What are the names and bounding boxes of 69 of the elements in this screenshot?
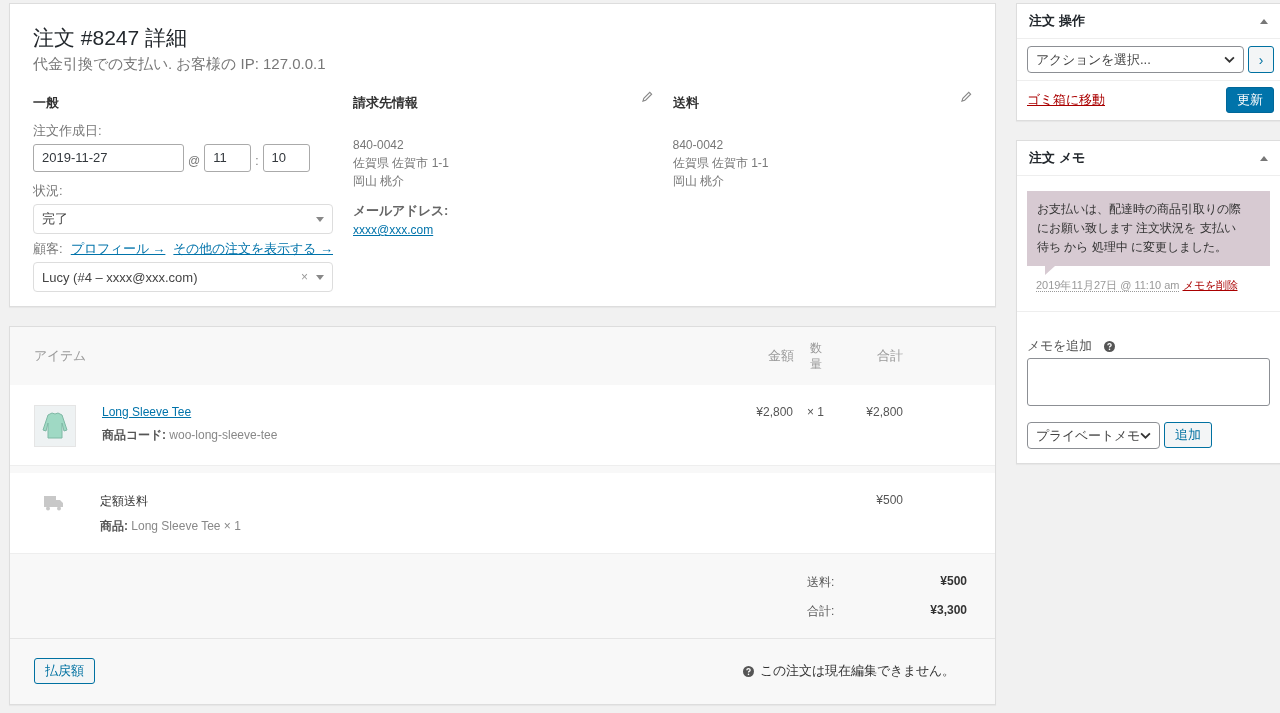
profile-link[interactable]: プロフィール →	[70, 240, 166, 258]
pencil-icon[interactable]	[961, 91, 972, 102]
total-label: 合計:	[807, 603, 836, 620]
email-link[interactable]: xxxx@xxx.com	[353, 223, 434, 237]
field-label: 注文作成日:	[33, 122, 103, 140]
collapse-arrow-icon[interactable]	[1260, 155, 1268, 161]
shipping-total: ¥500	[875, 493, 903, 507]
field-label: メモを追加	[1027, 337, 1092, 355]
colon: :	[255, 154, 259, 168]
total-value: ¥500	[939, 574, 967, 590]
total-value: ¥3,300	[929, 603, 967, 619]
page-title: 注文 #8247 詳細	[33, 25, 189, 51]
product-meta: 商品コード: woo-long-sleeve-tee	[102, 427, 279, 444]
status-select[interactable]: 完了	[33, 204, 333, 234]
payment-info: 代金引換での支払い. お客様の IP: 127.0.0.1	[33, 55, 327, 74]
chevron-down-icon	[1140, 432, 1151, 439]
trash-link[interactable]: ゴミ箱に移動	[1027, 91, 1105, 109]
update-button[interactable]: 更新	[1226, 87, 1274, 113]
column-header: 合計	[876, 347, 903, 365]
dropdown-arrow-icon	[316, 274, 324, 280]
other-orders-link[interactable]: その他の注文を表示する →	[173, 240, 333, 258]
help-icon	[743, 665, 754, 677]
product-link[interactable]: Long Sleeve Tee	[102, 405, 192, 419]
date-field[interactable]: 2019-11-27	[33, 144, 184, 172]
action-select[interactable]: アクションを選択...	[1027, 46, 1244, 73]
field-label: 状況:	[33, 182, 64, 200]
delete-note-link[interactable]: メモを削除	[1182, 279, 1238, 291]
address-line: 840-0042	[672, 137, 725, 154]
bubble-tail	[1045, 266, 1055, 275]
section-heading: 一般	[33, 94, 60, 112]
product-thumbnail	[34, 405, 76, 447]
panel-heading: 注文 操作	[1029, 12, 1085, 30]
add-note-button[interactable]: 追加	[1164, 422, 1212, 448]
help-icon	[1104, 340, 1115, 352]
refund-button[interactable]: 払戻額	[34, 658, 95, 684]
section-heading: 請求先情報	[353, 94, 418, 112]
item-quantity: × 1	[806, 405, 825, 419]
minute-field[interactable]: 10	[262, 144, 310, 172]
address-line: 岡山 桃介	[672, 173, 725, 190]
notice-text: この注文は現在編集できません。	[760, 662, 955, 680]
address-line: 佐賀県 佐賀市 1-1	[353, 155, 450, 172]
column-header: 数量	[809, 340, 823, 372]
shipping-method: 定額送料	[100, 493, 149, 510]
note-textarea[interactable]	[1027, 358, 1270, 406]
total-label: 送料:	[807, 574, 836, 591]
address-line: 840-0042	[353, 137, 405, 154]
item-total: ¥2,800	[865, 405, 903, 419]
column-header: アイテム	[34, 347, 87, 365]
truck-icon	[44, 495, 64, 511]
address-line: 佐賀県 佐賀市 1-1	[672, 155, 770, 172]
hour-field[interactable]: 11	[204, 144, 252, 172]
collapse-arrow-icon[interactable]	[1260, 18, 1268, 24]
chevron-down-icon	[1224, 56, 1235, 63]
customer-select[interactable]: Lucy (#4 – xxxx@xxx.com) ×	[33, 262, 333, 292]
note-type-select[interactable]: プライベートメモ	[1027, 422, 1160, 449]
at-sign: @	[188, 154, 201, 168]
field-label: 顧客:	[33, 240, 63, 258]
panel-heading: 注文 メモ	[1029, 149, 1085, 167]
item-cost: ¥2,800	[755, 405, 793, 419]
dropdown-arrow-icon	[316, 216, 324, 222]
address-line: 岡山 桃介	[353, 173, 406, 190]
field-label: メールアドレス:	[353, 202, 450, 220]
shipping-meta: 商品: Long Sleeve Tee × 1	[100, 518, 242, 535]
note-bubble: お支払いは、配達時の商品引取りの際にお願い致します 注文状況を 支払い待ち から 処理中 に変更しました。	[1027, 191, 1270, 266]
note-date: 2019年11月27日 @ 11:10 am	[1036, 279, 1180, 292]
section-heading: 送料	[672, 94, 699, 112]
apply-action-button[interactable]: ›	[1248, 46, 1274, 73]
column-header: 金額	[767, 347, 794, 365]
pencil-icon[interactable]	[641, 91, 653, 102]
